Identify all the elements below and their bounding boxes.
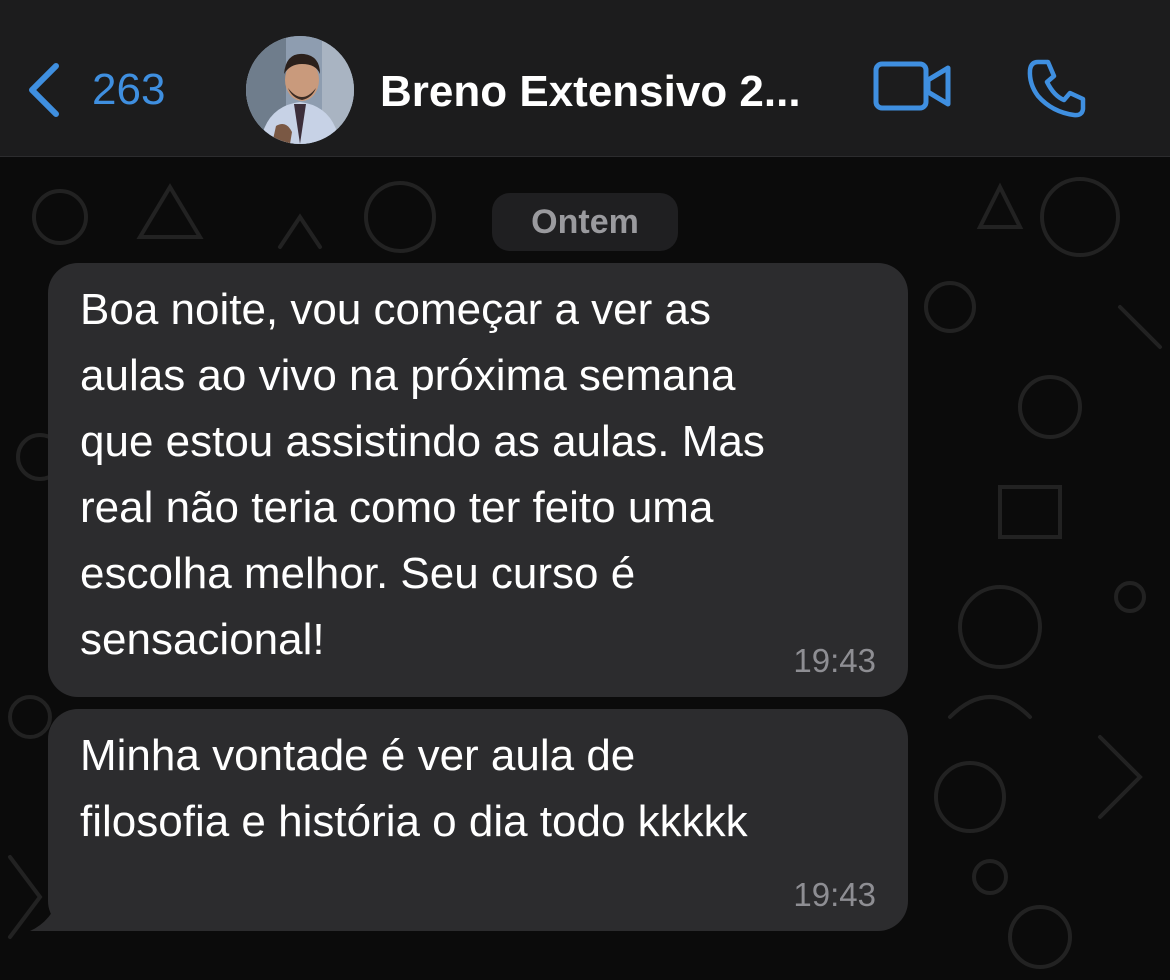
chat-header: 263 Breno Extensivo 2...	[0, 0, 1170, 157]
back-button[interactable]: 263	[22, 58, 192, 122]
chevron-left-icon	[29, 63, 59, 117]
message-time: 19:43	[793, 642, 876, 679]
message-text: Minha vontade é ver aula de filosofia e …	[80, 731, 748, 846]
message-bubble[interactable]: Minha vontade é ver aula de filosofia e …	[48, 709, 908, 931]
voice-call-button[interactable]	[1024, 56, 1088, 120]
message-bubble[interactable]: Boa noite, vou começar a ver as aulas ao…	[48, 263, 908, 697]
bubble-tail	[30, 877, 86, 931]
chat-area[interactable]: Ontem Boa noite, vou começar a ver as au…	[0, 157, 1170, 980]
phone-icon	[1027, 59, 1086, 118]
date-separator: Ontem	[492, 193, 678, 251]
video-camera-icon	[873, 61, 951, 111]
contact-name[interactable]: Breno Extensivo 2...	[380, 62, 840, 122]
unread-count: 263	[92, 65, 166, 114]
video-call-button[interactable]	[872, 58, 954, 116]
message-text: Boa noite, vou começar a ver as aulas ao…	[80, 285, 765, 664]
avatar-photo	[246, 36, 354, 144]
message-time: 19:43	[793, 876, 876, 913]
avatar[interactable]	[246, 36, 354, 144]
